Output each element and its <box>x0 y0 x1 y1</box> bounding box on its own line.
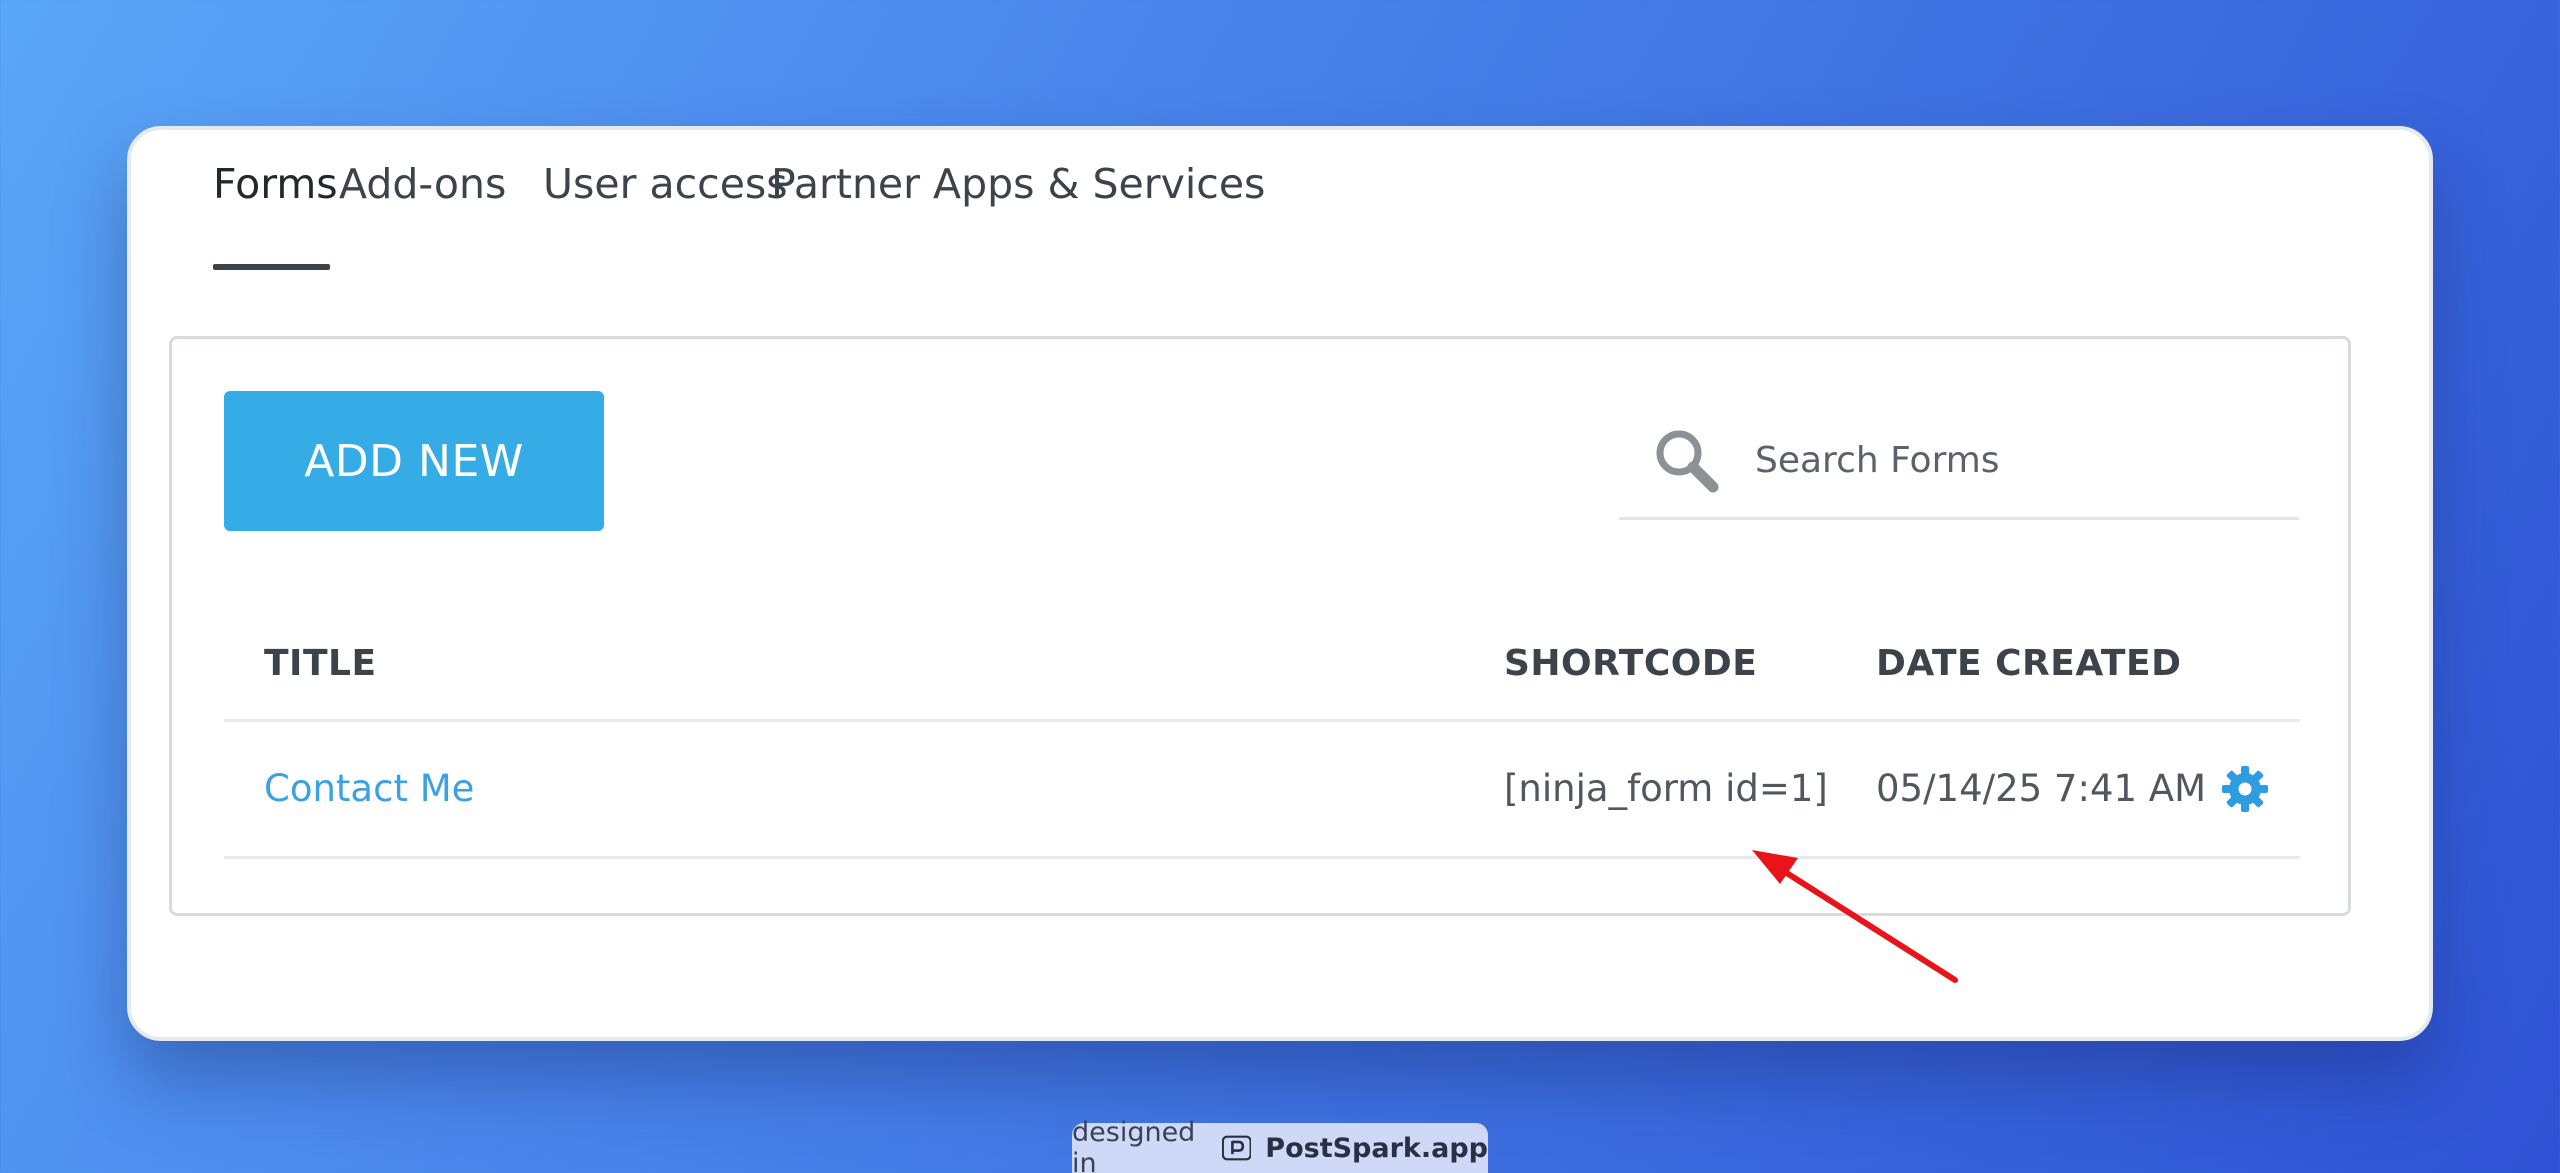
tab-forms[interactable]: Forms <box>213 160 338 270</box>
search-input[interactable] <box>1755 425 2275 495</box>
form-date-created: 05/14/25 7:41 AM <box>1876 767 2207 810</box>
designed-in-badge[interactable]: designed in PostSpark.app <box>1072 1117 1488 1173</box>
tab-partner-apps[interactable]: Partner Apps & Services <box>771 160 1265 208</box>
tab-forms-label: Forms <box>213 160 338 208</box>
tab-user-access[interactable]: User access <box>543 160 788 208</box>
form-title-link[interactable]: Contact Me <box>264 722 474 856</box>
search-box <box>1619 399 2299 520</box>
credit-prefix: designed in <box>1072 1117 1196 1173</box>
column-header-date-created[interactable]: DATE CREATED <box>1876 609 2181 719</box>
tab-user-access-label: User access <box>543 160 788 208</box>
tab-partner-apps-label: Partner Apps & Services <box>771 160 1266 208</box>
add-new-button[interactable]: ADD NEW <box>224 391 604 531</box>
column-header-title[interactable]: TITLE <box>264 609 377 719</box>
tab-add-ons[interactable]: Add-ons <box>339 160 506 208</box>
form-shortcode[interactable]: [ninja_form id=1] <box>1504 722 1828 856</box>
search-icon <box>1656 430 1719 493</box>
credit-brand: PostSpark.app <box>1265 1132 1488 1164</box>
gear-icon[interactable] <box>2221 765 2269 813</box>
column-header-shortcode[interactable]: SHORTCODE <box>1504 609 1757 719</box>
forms-panel: ADD NEW TITLE SHORTCODE DATE CREATED Con… <box>169 336 2351 916</box>
forms-card: Forms Add-ons User access Partner Apps &… <box>127 126 2433 1041</box>
tab-add-ons-label: Add-ons <box>339 160 507 208</box>
active-tab-indicator <box>213 264 330 270</box>
postspark-logo-icon <box>1221 1135 1252 1161</box>
table-row: Contact Me [ninja_form id=1] 05/14/25 7:… <box>224 722 2300 859</box>
